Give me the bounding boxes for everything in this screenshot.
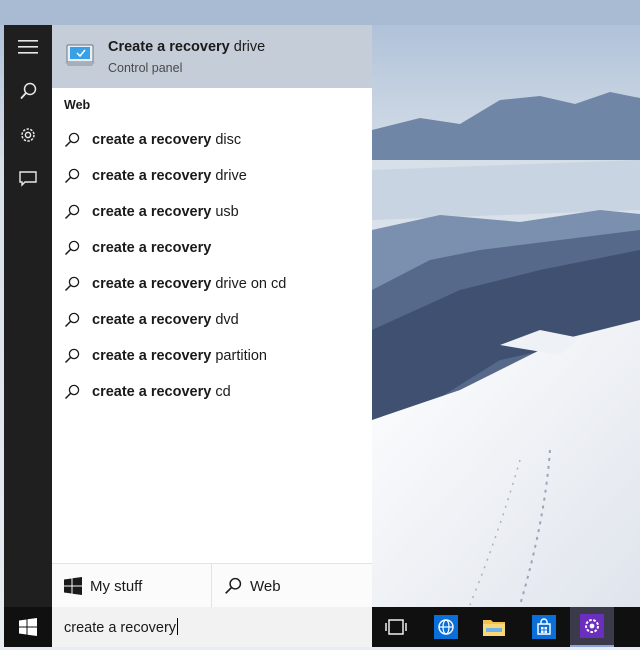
feedback-rail-button[interactable]: [4, 157, 52, 201]
suggestion-text: create a recovery dvd: [92, 312, 239, 328]
windows-logo-icon: [19, 618, 37, 636]
search-icon: [20, 82, 37, 100]
web-filter-label: Web: [250, 577, 281, 595]
taskbar: create a recovery: [4, 607, 640, 647]
search-icon: [64, 204, 80, 220]
hamburger-menu-button[interactable]: [4, 25, 52, 69]
suggestion-text: create a recovery usb: [92, 204, 239, 220]
web-filter-button[interactable]: Web: [212, 564, 372, 608]
search-icon: [64, 384, 80, 400]
search-icon: [224, 577, 242, 595]
left-rail: [4, 25, 52, 607]
task-view-icon: [385, 619, 407, 635]
web-suggestion-item[interactable]: create a recovery: [52, 230, 372, 266]
globe-icon: [434, 615, 458, 639]
web-suggestions-list: create a recovery disc create a recovery…: [52, 122, 372, 410]
start-button[interactable]: [4, 607, 52, 647]
suggestion-text: create a recovery drive on cd: [92, 276, 287, 292]
best-match-result[interactable]: Create a recovery drive Control panel: [52, 25, 372, 88]
web-suggestion-item[interactable]: create a recovery partition: [52, 338, 372, 374]
settings-gear-icon: [580, 614, 604, 638]
taskbar-app-browser[interactable]: [424, 607, 468, 647]
feedback-icon: [19, 171, 37, 187]
web-suggestion-item[interactable]: create a recovery drive: [52, 158, 372, 194]
suggestion-text: create a recovery: [92, 240, 212, 256]
search-rail-button[interactable]: [4, 69, 52, 113]
taskbar-search-box[interactable]: create a recovery: [52, 607, 372, 647]
taskbar-app-store[interactable]: [522, 607, 566, 647]
taskbar-app-settings[interactable]: [570, 607, 614, 647]
settings-rail-button[interactable]: [4, 113, 52, 157]
search-icon: [64, 168, 80, 184]
store-icon: [532, 615, 556, 639]
search-icon: [64, 348, 80, 364]
search-icon: [64, 276, 80, 292]
best-match-title: Create a recovery drive: [108, 39, 266, 55]
best-match-subtitle: Control panel: [108, 61, 183, 75]
suggestion-text: create a recovery cd: [92, 384, 231, 400]
text-caret: [177, 618, 179, 635]
web-suggestion-item[interactable]: create a recovery dvd: [52, 302, 372, 338]
my-stuff-filter-button[interactable]: My stuff: [52, 564, 212, 608]
search-icon: [64, 132, 80, 148]
web-section-label: Web: [64, 98, 91, 112]
search-input[interactable]: create a recovery: [64, 618, 179, 636]
web-suggestion-item[interactable]: create a recovery drive on cd: [52, 266, 372, 302]
taskbar-app-file-explorer[interactable]: [472, 607, 516, 647]
recovery-drive-icon: [65, 44, 95, 66]
task-view-button[interactable]: [374, 607, 418, 647]
folder-icon: [483, 620, 505, 636]
my-stuff-label: My stuff: [90, 577, 143, 595]
search-filter-bar: My stuff Web: [52, 563, 372, 608]
search-icon: [64, 312, 80, 328]
hamburger-icon: [18, 40, 38, 54]
web-suggestion-item[interactable]: create a recovery disc: [52, 122, 372, 158]
web-suggestion-item[interactable]: create a recovery usb: [52, 194, 372, 230]
web-suggestion-item[interactable]: create a recovery cd: [52, 374, 372, 410]
search-icon: [64, 240, 80, 256]
windows-logo-icon: [64, 577, 82, 595]
suggestion-text: create a recovery partition: [92, 348, 267, 364]
suggestion-text: create a recovery disc: [92, 132, 242, 148]
search-panel: Create a recovery drive Control panel We…: [4, 25, 372, 608]
gear-icon: [21, 128, 35, 142]
suggestion-text: create a recovery drive: [92, 168, 247, 184]
